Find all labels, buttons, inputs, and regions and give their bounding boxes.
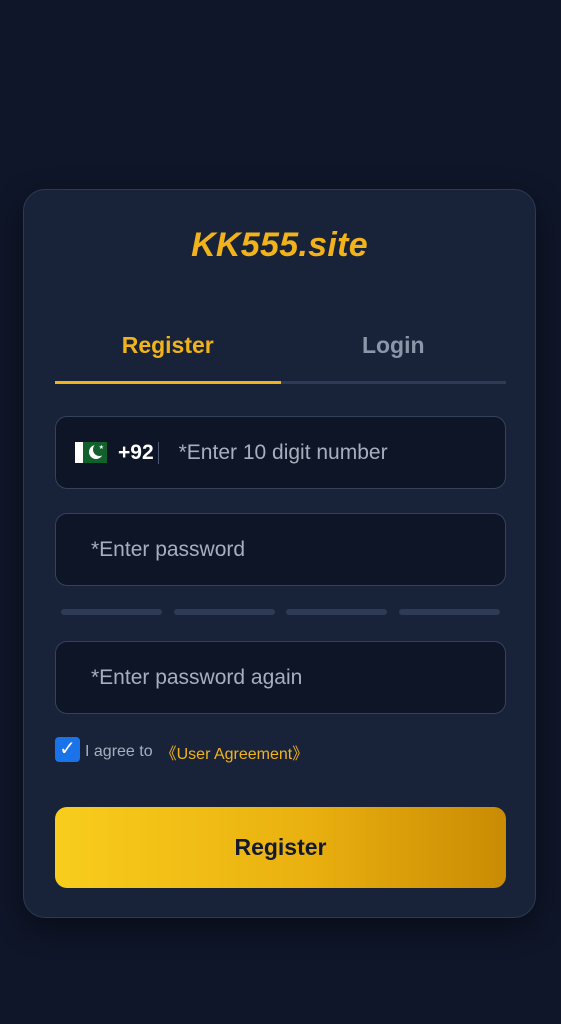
dial-code[interactable]: +92 — [118, 441, 154, 465]
register-button[interactable]: Register — [55, 807, 506, 888]
auth-tabs: Register Login — [55, 310, 506, 384]
confirm-password-field — [55, 641, 506, 714]
strength-segment — [173, 609, 275, 615]
register-card: KK555.site Register Login ★ +92 *Enter 1… — [23, 189, 536, 918]
tab-register[interactable]: Register — [55, 310, 281, 381]
phone-input[interactable] — [178, 417, 505, 488]
password-field — [55, 513, 506, 586]
pakistan-flag-icon[interactable]: ★ — [75, 442, 107, 463]
checkmark-icon: ✓ — [59, 738, 76, 760]
user-agreement-link[interactable]: 《User Agreement》 — [161, 740, 309, 764]
strength-segment — [61, 609, 162, 615]
brand-title: KK555.site — [191, 226, 368, 264]
password-strength-meter — [61, 609, 500, 615]
agreement-row: ✓ I agree to 《User Agreement》 — [55, 736, 309, 764]
strength-segment — [286, 609, 388, 615]
agree-checkbox[interactable]: ✓ — [55, 736, 80, 762]
tab-login[interactable]: Login — [281, 310, 507, 381]
strength-segment — [398, 609, 500, 615]
password-input[interactable] — [91, 514, 505, 585]
field-divider — [157, 441, 159, 464]
phone-field: ★ +92 — [55, 416, 506, 489]
agree-text: I agree to — [85, 743, 153, 760]
tab-active-indicator — [55, 381, 281, 384]
confirm-password-input[interactable] — [91, 642, 505, 713]
